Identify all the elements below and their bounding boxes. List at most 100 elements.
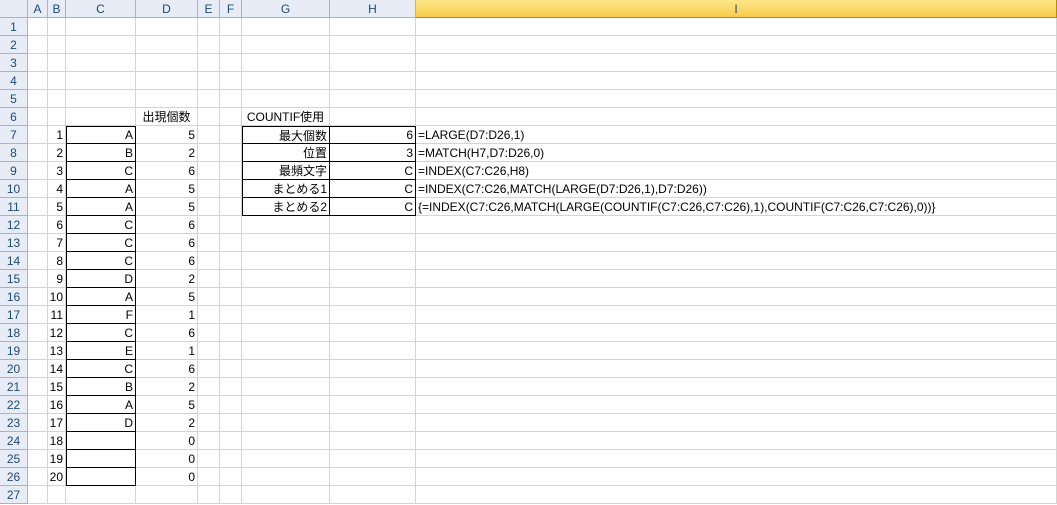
cell-E21[interactable] xyxy=(198,378,220,396)
cell-D2[interactable] xyxy=(136,36,198,54)
cell-H26[interactable] xyxy=(330,468,416,486)
row-header-23[interactable]: 23 xyxy=(0,414,28,432)
cell-F17[interactable] xyxy=(220,306,242,324)
cell-C15[interactable]: D xyxy=(66,270,136,288)
cell-E13[interactable] xyxy=(198,234,220,252)
cell-B10[interactable]: 4 xyxy=(48,180,66,198)
cell-I10[interactable]: =INDEX(C7:C26,MATCH(LARGE(D7:D26,1),D7:D… xyxy=(416,180,1057,198)
cell-I12[interactable] xyxy=(416,216,1057,234)
cell-H7[interactable]: 6 xyxy=(330,126,416,144)
cell-I4[interactable] xyxy=(416,72,1057,90)
row-header-6[interactable]: 6 xyxy=(0,108,28,126)
cell-A11[interactable] xyxy=(28,198,48,216)
cell-B23[interactable]: 17 xyxy=(48,414,66,432)
cell-A23[interactable] xyxy=(28,414,48,432)
cell-F11[interactable] xyxy=(220,198,242,216)
cell-G24[interactable] xyxy=(242,432,330,450)
cell-E16[interactable] xyxy=(198,288,220,306)
cell-G9[interactable]: 最頻文字 xyxy=(242,162,330,180)
cell-E25[interactable] xyxy=(198,450,220,468)
cell-D26[interactable]: 0 xyxy=(136,468,198,486)
cell-D24[interactable]: 0 xyxy=(136,432,198,450)
cell-G6[interactable]: COUNTIF使用 xyxy=(242,108,330,126)
cell-D15[interactable]: 2 xyxy=(136,270,198,288)
cell-F20[interactable] xyxy=(220,360,242,378)
cell-E17[interactable] xyxy=(198,306,220,324)
cell-E27[interactable] xyxy=(198,486,220,504)
cell-E10[interactable] xyxy=(198,180,220,198)
cell-H9[interactable]: C xyxy=(330,162,416,180)
cell-G2[interactable] xyxy=(242,36,330,54)
row-header-5[interactable]: 5 xyxy=(0,90,28,108)
cell-C8[interactable]: B xyxy=(66,144,136,162)
row-header-9[interactable]: 9 xyxy=(0,162,28,180)
cell-B25[interactable]: 19 xyxy=(48,450,66,468)
cell-I1[interactable] xyxy=(416,18,1057,36)
cell-I7[interactable]: =LARGE(D7:D26,1) xyxy=(416,126,1057,144)
cell-H21[interactable] xyxy=(330,378,416,396)
cell-F1[interactable] xyxy=(220,18,242,36)
cell-F6[interactable] xyxy=(220,108,242,126)
column-header-C[interactable]: C xyxy=(66,0,136,18)
cell-B12[interactable]: 6 xyxy=(48,216,66,234)
cell-G15[interactable] xyxy=(242,270,330,288)
cell-G22[interactable] xyxy=(242,396,330,414)
cell-G19[interactable] xyxy=(242,342,330,360)
cell-C4[interactable] xyxy=(66,72,136,90)
cell-E4[interactable] xyxy=(198,72,220,90)
cell-C7[interactable]: A xyxy=(66,126,136,144)
cell-C12[interactable]: C xyxy=(66,216,136,234)
cell-F4[interactable] xyxy=(220,72,242,90)
cell-B18[interactable]: 12 xyxy=(48,324,66,342)
cell-F10[interactable] xyxy=(220,180,242,198)
cell-G7[interactable]: 最大個数 xyxy=(242,126,330,144)
cell-G14[interactable] xyxy=(242,252,330,270)
cell-I16[interactable] xyxy=(416,288,1057,306)
cell-I6[interactable] xyxy=(416,108,1057,126)
cell-B13[interactable]: 7 xyxy=(48,234,66,252)
cell-I5[interactable] xyxy=(416,90,1057,108)
cell-C26[interactable] xyxy=(66,468,136,486)
cell-G23[interactable] xyxy=(242,414,330,432)
cell-F2[interactable] xyxy=(220,36,242,54)
cell-B6[interactable] xyxy=(48,108,66,126)
cell-D18[interactable]: 6 xyxy=(136,324,198,342)
row-header-3[interactable]: 3 xyxy=(0,54,28,72)
cell-C3[interactable] xyxy=(66,54,136,72)
row-header-25[interactable]: 25 xyxy=(0,450,28,468)
cell-A16[interactable] xyxy=(28,288,48,306)
cell-E9[interactable] xyxy=(198,162,220,180)
cell-I26[interactable] xyxy=(416,468,1057,486)
cell-H17[interactable] xyxy=(330,306,416,324)
cell-B15[interactable]: 9 xyxy=(48,270,66,288)
row-header-20[interactable]: 20 xyxy=(0,360,28,378)
cell-A25[interactable] xyxy=(28,450,48,468)
cell-B27[interactable] xyxy=(48,486,66,504)
row-header-15[interactable]: 15 xyxy=(0,270,28,288)
cell-G21[interactable] xyxy=(242,378,330,396)
cell-I2[interactable] xyxy=(416,36,1057,54)
cell-C5[interactable] xyxy=(66,90,136,108)
row-header-2[interactable]: 2 xyxy=(0,36,28,54)
cell-A27[interactable] xyxy=(28,486,48,504)
cell-H6[interactable] xyxy=(330,108,416,126)
cell-I18[interactable] xyxy=(416,324,1057,342)
cell-E1[interactable] xyxy=(198,18,220,36)
row-header-13[interactable]: 13 xyxy=(0,234,28,252)
cell-C22[interactable]: A xyxy=(66,396,136,414)
cell-E5[interactable] xyxy=(198,90,220,108)
cell-C21[interactable]: B xyxy=(66,378,136,396)
cell-H25[interactable] xyxy=(330,450,416,468)
cell-A22[interactable] xyxy=(28,396,48,414)
row-header-17[interactable]: 17 xyxy=(0,306,28,324)
cell-H14[interactable] xyxy=(330,252,416,270)
cell-H23[interactable] xyxy=(330,414,416,432)
cell-F24[interactable] xyxy=(220,432,242,450)
cell-E2[interactable] xyxy=(198,36,220,54)
cell-B2[interactable] xyxy=(48,36,66,54)
cell-C1[interactable] xyxy=(66,18,136,36)
cell-A1[interactable] xyxy=(28,18,48,36)
row-header-4[interactable]: 4 xyxy=(0,72,28,90)
cell-F5[interactable] xyxy=(220,90,242,108)
cell-I15[interactable] xyxy=(416,270,1057,288)
